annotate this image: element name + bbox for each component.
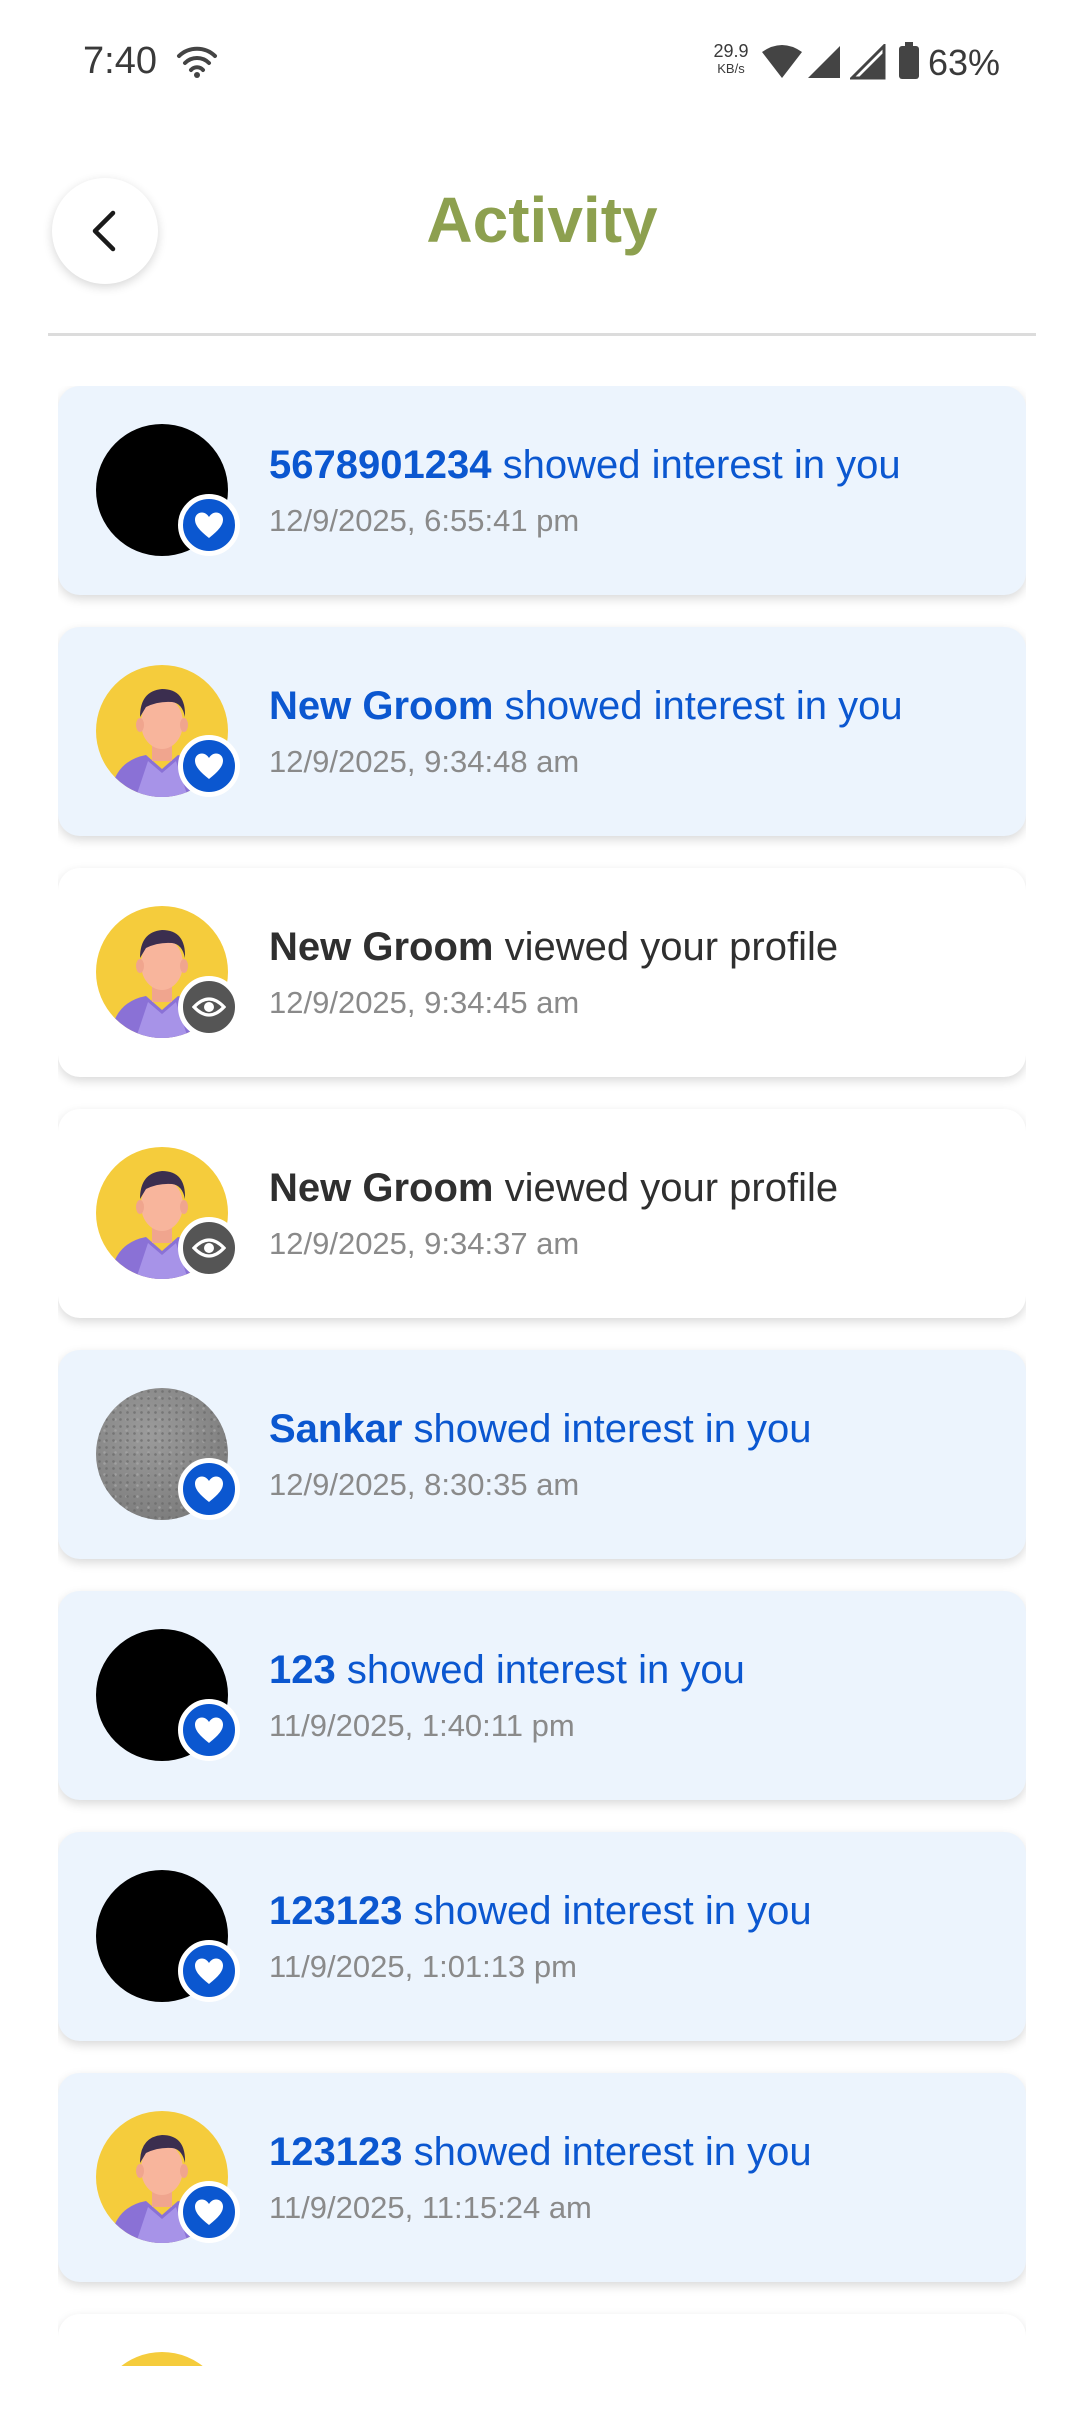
man-avatar-icon xyxy=(96,2352,228,2366)
activity-card[interactable]: Sankar showed interest in you 12/9/2025,… xyxy=(58,1350,1026,1559)
avatar-container xyxy=(96,1388,240,1522)
activity-message: 123 showed interest in you xyxy=(269,1646,1009,1694)
view-badge xyxy=(178,1217,240,1279)
interest-badge xyxy=(178,1458,240,1520)
activity-message: Sankar showed interest in you xyxy=(269,1405,1009,1453)
heart-icon xyxy=(195,1958,223,1984)
activity-text: Sankar showed interest in you 12/9/2025,… xyxy=(269,1405,1009,1503)
battery-icon xyxy=(899,42,919,79)
wifi-icon xyxy=(177,46,217,78)
activity-user-name: 123123 xyxy=(269,2130,403,2174)
heart-icon xyxy=(195,753,223,779)
activity-text: 123123 showed interest in you 11/9/2025,… xyxy=(269,1887,1009,1985)
activity-action: showed interest in you xyxy=(335,1648,745,1692)
activity-text: 5678901234 showed interest in you 12/9/2… xyxy=(269,441,1009,539)
activity-message: New Groom showed interest in you xyxy=(269,682,1009,730)
activity-timestamp: 12/9/2025, 6:55:41 pm xyxy=(269,503,580,538)
avatar-container xyxy=(96,1147,240,1281)
status-bar: 7:40 29.9 KB/s 63% xyxy=(0,0,1084,120)
activity-message: 5678901234 showed interest in you xyxy=(269,441,1009,489)
activity-user-name: New Groom xyxy=(269,684,494,728)
avatar-container xyxy=(96,424,240,558)
activity-action: showed interest in you xyxy=(402,1407,812,1451)
wifi-signal-icon xyxy=(762,45,802,78)
activity-user-name: New Groom xyxy=(269,1166,494,1210)
heart-icon xyxy=(195,1476,223,1502)
activity-card[interactable]: 123 showed interest in you 11/9/2025, 1:… xyxy=(58,1591,1026,1800)
avatar xyxy=(96,2352,228,2366)
activity-card[interactable]: New Groom showed interest in you 12/9/20… xyxy=(58,627,1026,836)
activity-message: New Groom viewed your profile xyxy=(269,1164,1009,1212)
activity-text: New Groom showed interest in you 12/9/20… xyxy=(269,682,1009,780)
avatar-container xyxy=(96,906,240,1040)
activity-action: showed interest in you xyxy=(402,1889,812,1933)
activity-list[interactable]: 5678901234 showed interest in you 12/9/2… xyxy=(58,386,1026,2366)
activity-user-name: 123 xyxy=(269,1648,336,1692)
avatar-container xyxy=(96,2352,230,2366)
page-title: Activity xyxy=(426,184,658,256)
activity-card[interactable] xyxy=(58,2314,1026,2366)
activity-user-name: 123123 xyxy=(269,1889,403,1933)
heart-icon xyxy=(195,512,223,538)
battery-percent: 63% xyxy=(928,42,1001,83)
header-divider xyxy=(48,333,1036,336)
interest-badge xyxy=(178,1699,240,1761)
heart-icon xyxy=(195,2199,223,2225)
activity-text: New Groom viewed your profile 12/9/2025,… xyxy=(269,923,1009,1021)
activity-card[interactable]: 123123 showed interest in you 11/9/2025,… xyxy=(58,1832,1026,2041)
activity-user-name: Sankar xyxy=(269,1407,403,1451)
status-time: 7:40 xyxy=(83,40,157,82)
avatar-container xyxy=(96,1870,240,2004)
activity-action: showed interest in you xyxy=(491,443,901,487)
activity-card[interactable]: 5678901234 showed interest in you 12/9/2… xyxy=(58,386,1026,595)
activity-card[interactable]: New Groom viewed your profile 12/9/2025,… xyxy=(58,1109,1026,1318)
activity-timestamp: 11/9/2025, 1:40:11 pm xyxy=(269,1708,575,1743)
interest-badge xyxy=(178,1940,240,2002)
view-badge xyxy=(178,976,240,1038)
eye-icon xyxy=(192,997,226,1017)
activity-card[interactable]: 123123 showed interest in you 11/9/2025,… xyxy=(58,2073,1026,2282)
activity-user-name: New Groom xyxy=(269,925,494,969)
activity-timestamp: 12/9/2025, 9:34:37 am xyxy=(269,1226,580,1261)
activity-screen: 7:40 29.9 KB/s 63% Activity 5678901234 s… xyxy=(0,0,1084,2412)
activity-message: 123123 showed interest in you xyxy=(269,2128,1009,2176)
activity-message: 123123 showed interest in you xyxy=(269,1887,1009,1935)
cell-signal-icon xyxy=(850,44,886,80)
activity-action: showed interest in you xyxy=(402,2130,812,2174)
activity-timestamp: 12/9/2025, 9:34:45 am xyxy=(269,985,580,1020)
activity-timestamp: 12/9/2025, 8:30:35 am xyxy=(269,1467,580,1502)
activity-action: viewed your profile xyxy=(493,925,839,969)
activity-text: New Groom viewed your profile 12/9/2025,… xyxy=(269,1164,1009,1262)
avatar-container xyxy=(96,665,240,799)
eye-icon xyxy=(192,1238,226,1258)
interest-badge xyxy=(178,2181,240,2243)
activity-action: showed interest in you xyxy=(493,684,903,728)
activity-text: 123123 showed interest in you 11/9/2025,… xyxy=(269,2128,1009,2226)
activity-action: viewed your profile xyxy=(493,1166,839,1210)
interest-badge xyxy=(178,735,240,797)
heart-icon xyxy=(195,1717,223,1743)
activity-user-name: 5678901234 xyxy=(269,443,492,487)
network-speed: 29.9 KB/s xyxy=(713,41,749,76)
cell-signal-icon xyxy=(808,46,840,78)
activity-message: New Groom viewed your profile xyxy=(269,923,1009,971)
avatar-container xyxy=(96,2111,240,2245)
activity-text: 123 showed interest in you 11/9/2025, 1:… xyxy=(269,1646,1009,1744)
activity-timestamp: 11/9/2025, 11:15:24 am xyxy=(269,2190,592,2225)
interest-badge xyxy=(178,494,240,556)
avatar-container xyxy=(96,1629,240,1763)
activity-card[interactable]: New Groom viewed your profile 12/9/2025,… xyxy=(58,868,1026,1077)
activity-timestamp: 12/9/2025, 9:34:48 am xyxy=(269,744,580,779)
activity-timestamp: 11/9/2025, 1:01:13 pm xyxy=(269,1949,577,1984)
